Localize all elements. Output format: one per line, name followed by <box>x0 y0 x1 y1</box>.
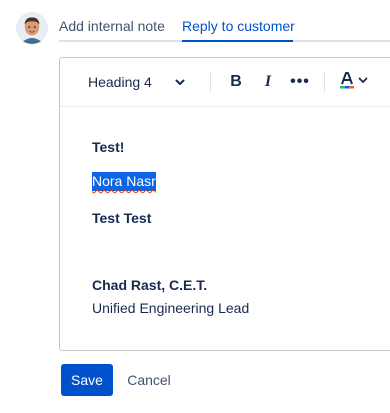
signature-name: Chad Rast, C.E.T. <box>92 277 208 293</box>
text-style-value: Heading 4 <box>88 74 152 90</box>
paragraph-selected: Nora Nasr <box>92 172 156 191</box>
tab-reply-to-customer[interactable]: Reply to customer <box>182 17 295 35</box>
chevron-down-icon <box>172 74 188 93</box>
more-formatting-button[interactable]: ••• <box>286 68 314 96</box>
italic-button[interactable]: I <box>256 68 280 96</box>
user-avatar-icon <box>16 12 48 44</box>
cancel-button[interactable]: Cancel <box>121 364 177 396</box>
selected-text: Nora Nasr <box>92 172 156 191</box>
editor-mode-tabs: Add internal note Reply to customer <box>59 8 390 42</box>
bold-button[interactable]: B <box>224 68 248 96</box>
avatar <box>16 12 48 44</box>
editor-toolbar: Heading 4 B I ••• <box>60 58 390 107</box>
signature-title: Unified Engineering Lead <box>92 300 250 316</box>
text-color-button[interactable] <box>336 68 370 96</box>
tab-add-internal-note[interactable]: Add internal note <box>59 17 165 35</box>
rich-text-editor[interactable]: Heading 4 B I ••• Test! Nora Nasr Test T… <box>59 57 390 351</box>
misspelled-text: Nora Nasr <box>92 173 156 189</box>
text-style-dropdown[interactable]: Heading 4 <box>88 68 194 96</box>
save-button[interactable]: Save <box>61 364 113 396</box>
paragraph: Test! <box>92 139 125 155</box>
chevron-down-icon <box>357 73 369 91</box>
paragraph: Test Test <box>92 210 152 226</box>
active-tab-indicator <box>182 40 293 42</box>
toolbar-divider <box>324 72 325 92</box>
text-color-icon <box>337 70 357 95</box>
toolbar-divider <box>210 72 211 92</box>
